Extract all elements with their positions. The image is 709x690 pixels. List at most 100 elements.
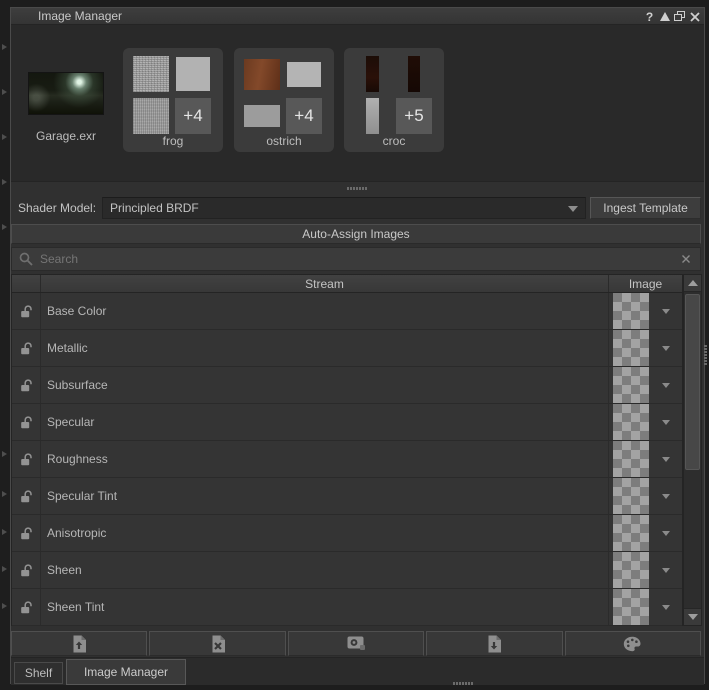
stream-row-roughness[interactable]: Roughness <box>12 441 682 478</box>
image-group-croc[interactable]: +5 croc <box>344 48 444 152</box>
image-group-frog[interactable]: +4 frog <box>123 48 223 152</box>
remove-image-button[interactable] <box>149 631 285 656</box>
stream-row-subsurface[interactable]: Subsurface <box>12 367 682 404</box>
image-swatch-empty[interactable] <box>613 404 649 440</box>
chevron-down-icon[interactable] <box>662 420 670 425</box>
panel-titlebar[interactable]: Image Manager ? <box>11 8 704 25</box>
dock-expand-icon[interactable] <box>2 89 7 95</box>
column-header-image[interactable]: Image <box>609 275 682 292</box>
unlock-icon[interactable] <box>19 563 34 578</box>
stream-row-sheen[interactable]: Sheen <box>12 552 682 589</box>
tab-shelf[interactable]: Shelf <box>14 662 63 684</box>
stream-name: Metallic <box>41 330 609 366</box>
croc-tile-grid: +5 <box>354 56 434 134</box>
unlock-icon[interactable] <box>19 341 34 356</box>
chevron-down-icon[interactable] <box>662 309 670 314</box>
dock-expand-icon[interactable] <box>2 566 7 572</box>
unlock-icon[interactable] <box>19 526 34 541</box>
chevron-down-icon[interactable] <box>662 383 670 388</box>
ingest-template-button[interactable]: Ingest Template <box>590 197 701 219</box>
dock-expand-icon[interactable] <box>2 134 7 140</box>
dock-expand-icon[interactable] <box>2 603 7 609</box>
dock-expand-icon[interactable] <box>2 224 7 230</box>
unlock-icon[interactable] <box>19 378 34 393</box>
chevron-down-icon[interactable] <box>662 605 670 610</box>
image-swatch-empty[interactable] <box>613 478 649 514</box>
image-info-button[interactable] <box>288 631 424 656</box>
stream-name: Sheen <box>41 552 609 588</box>
shader-model-dropdown[interactable]: Principled BRDF <box>102 197 586 219</box>
vertical-scrollbar[interactable] <box>683 274 702 626</box>
chevron-down-icon[interactable] <box>662 531 670 536</box>
unlock-icon[interactable] <box>19 489 34 504</box>
close-icon[interactable] <box>688 10 701 23</box>
unlock-icon[interactable] <box>19 415 34 430</box>
table-header: Stream Image <box>12 275 682 293</box>
stream-row-specular[interactable]: Specular <box>12 404 682 441</box>
image-swatch-empty[interactable] <box>613 293 649 329</box>
tab-image-manager[interactable]: Image Manager <box>66 659 186 685</box>
palette-button[interactable] <box>565 631 701 656</box>
stream-row-metallic[interactable]: Metallic <box>12 330 682 367</box>
search-bar[interactable] <box>11 247 701 271</box>
image-swatch-empty[interactable] <box>613 330 649 366</box>
collapse-panel-icon[interactable] <box>658 10 671 23</box>
dock-expand-icon[interactable] <box>2 179 7 185</box>
chevron-down-icon[interactable] <box>662 568 670 573</box>
ostrich-tile-grid: +4 <box>244 56 324 134</box>
image-group-ostrich[interactable]: +4 ostrich <box>234 48 334 152</box>
column-header-lock[interactable] <box>12 275 41 292</box>
more-count-badge: +4 <box>183 106 202 126</box>
dock-expand-icon[interactable] <box>2 529 7 535</box>
scrollbar-thumb[interactable] <box>685 294 700 470</box>
more-images-tile: +5 <box>396 98 432 134</box>
stream-row-base-color[interactable]: Base Color <box>12 293 682 330</box>
lock-cell <box>12 404 41 440</box>
stream-row-anisotropic[interactable]: Anisotropic <box>12 515 682 552</box>
scroll-down-button[interactable] <box>684 608 701 625</box>
image-swatch-empty[interactable] <box>613 515 649 551</box>
thumbnail-label: frog <box>123 134 223 148</box>
image-swatch-empty[interactable] <box>613 552 649 588</box>
texture-tile <box>175 56 211 92</box>
stream-name: Subsurface <box>41 367 609 403</box>
lock-cell <box>12 515 41 551</box>
column-header-stream[interactable]: Stream <box>41 275 609 292</box>
dock-expand-icon[interactable] <box>2 491 7 497</box>
more-images-tile: +4 <box>175 98 211 134</box>
image-swatch-empty[interactable] <box>613 589 649 625</box>
stream-row-sheen-tint[interactable]: Sheen Tint <box>12 589 682 626</box>
lock-cell <box>12 293 41 329</box>
arrow-down-icon <box>688 614 698 620</box>
import-image-button[interactable] <box>11 631 147 656</box>
unlock-icon[interactable] <box>19 452 34 467</box>
shader-model-label: Shader Model: <box>18 201 96 215</box>
bottom-tab-bar: Shelf Image Manager <box>11 657 704 685</box>
stream-name: Base Color <box>41 293 609 329</box>
dock-expand-icon[interactable] <box>2 44 7 50</box>
unlock-icon[interactable] <box>19 304 34 319</box>
garage-thumbnail[interactable] <box>28 72 104 115</box>
auto-assign-images-button[interactable]: Auto-Assign Images <box>11 224 701 244</box>
dock-expand-icon[interactable] <box>2 451 7 457</box>
splitter-handle-horizontal[interactable] <box>347 187 367 190</box>
chevron-down-icon[interactable] <box>662 494 670 499</box>
stream-row-specular-tint[interactable]: Specular Tint <box>12 478 682 515</box>
panel-resize-handle-bottom[interactable] <box>453 682 473 685</box>
unlock-icon[interactable] <box>19 600 34 615</box>
image-swatch-empty[interactable] <box>613 441 649 477</box>
chevron-down-icon[interactable] <box>662 346 670 351</box>
clear-search-icon[interactable] <box>681 254 691 264</box>
search-input[interactable] <box>40 252 681 266</box>
image-swatch-empty[interactable] <box>613 367 649 403</box>
chevron-down-icon[interactable] <box>662 457 670 462</box>
image-item-garage[interactable]: Garage.exr <box>28 72 104 143</box>
scroll-up-button[interactable] <box>684 275 701 292</box>
more-count-badge: +5 <box>404 106 423 126</box>
more-count-badge: +4 <box>294 106 313 126</box>
export-image-button[interactable] <box>426 631 562 656</box>
help-icon[interactable]: ? <box>643 10 656 23</box>
thumbnail-label: croc <box>344 134 444 148</box>
panel-resize-handle-right[interactable] <box>704 345 707 365</box>
float-window-icon[interactable] <box>673 10 686 23</box>
